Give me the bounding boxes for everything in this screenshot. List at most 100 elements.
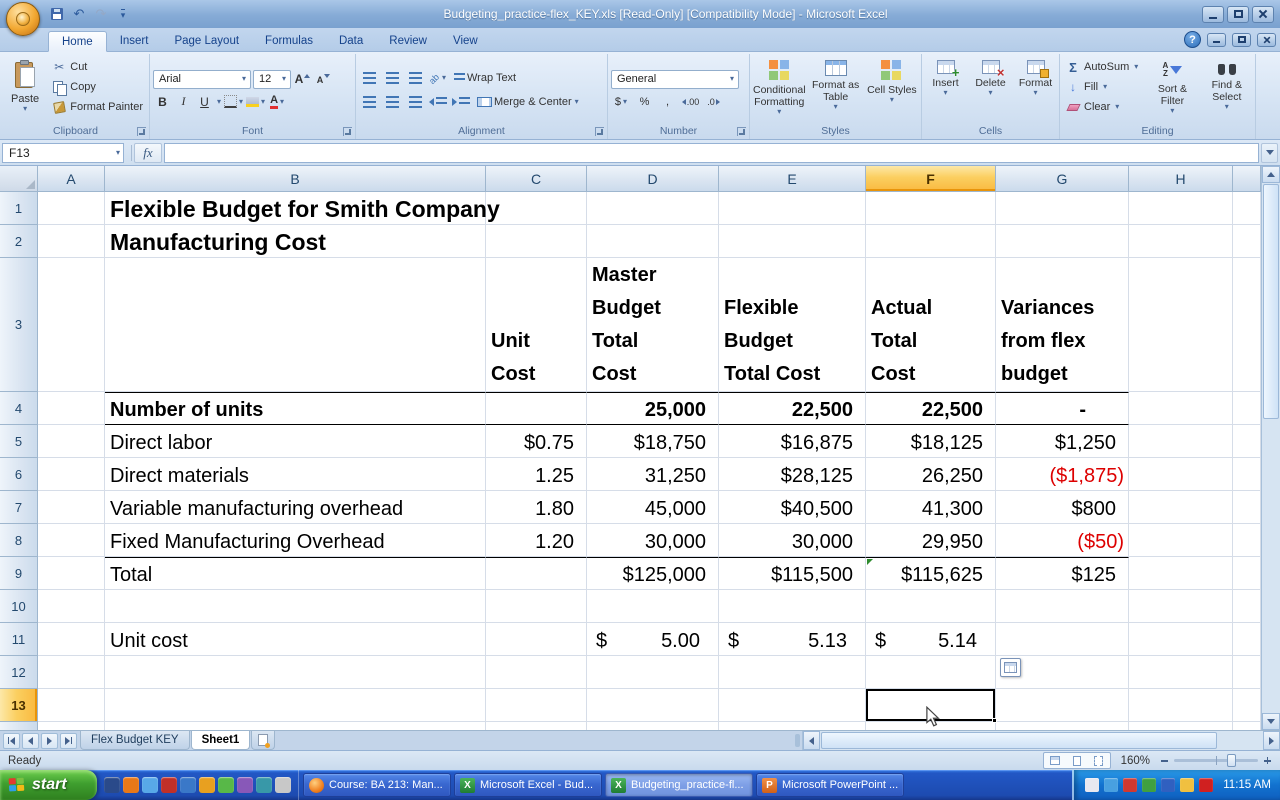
cell-F1[interactable] — [866, 192, 996, 225]
cell-G4[interactable]: - — [996, 392, 1129, 425]
clear-button[interactable]: Clear▾ — [1063, 98, 1143, 116]
row-header-14[interactable] — [0, 722, 38, 730]
cell-D4[interactable]: 25,000 — [587, 392, 719, 425]
cell-E10[interactable] — [719, 590, 866, 623]
taskbar-button-4[interactable]: Microsoft PowerPoint ... — [756, 773, 904, 797]
insert-worksheet-button[interactable] — [251, 731, 275, 750]
cell-D14[interactable] — [587, 722, 719, 730]
cell-A10[interactable] — [38, 590, 105, 623]
merge-center-button[interactable]: Merge & Center▾ — [474, 93, 583, 111]
grow-font-button[interactable] — [293, 70, 312, 88]
cell-B8[interactable]: Fixed Manufacturing Overhead — [105, 524, 486, 557]
row-header-1[interactable]: 1 — [0, 192, 38, 225]
wrap-text-button[interactable]: Wrap Text — [451, 69, 519, 87]
ribbon-tab-formulas[interactable]: Formulas — [252, 31, 326, 51]
fill-handle[interactable] — [992, 718, 997, 723]
paste-button[interactable]: Paste ▾ — [5, 56, 45, 124]
tray-icon-3[interactable] — [1123, 778, 1137, 792]
ribbon-tab-home[interactable]: Home — [48, 31, 107, 52]
cell-E6[interactable]: $28,125 — [719, 458, 866, 491]
cell-B9[interactable]: Total — [105, 557, 486, 590]
office-button[interactable] — [6, 2, 40, 36]
increase-indent-button[interactable] — [451, 93, 471, 111]
cell-B7[interactable]: Variable manufacturing overhead — [105, 491, 486, 524]
cell-F6[interactable]: 26,250 — [866, 458, 996, 491]
row-header-4[interactable]: 4 — [0, 392, 38, 425]
cell-G10[interactable] — [996, 590, 1129, 623]
row-header-8[interactable]: 8 — [0, 524, 38, 557]
quick-launch-icon-6[interactable] — [199, 777, 215, 793]
column-header-B[interactable]: B — [105, 166, 486, 192]
font-size-select[interactable]: 12▾ — [253, 70, 291, 89]
cut-button[interactable]: ✂Cut — [49, 58, 146, 76]
select-all-corner[interactable] — [0, 166, 38, 192]
cell-H12[interactable] — [1129, 656, 1233, 689]
cell-G2[interactable] — [996, 225, 1129, 258]
cell-E3[interactable]: Flexible Budget Total Cost — [719, 258, 866, 392]
column-header-G[interactable]: G — [996, 166, 1129, 192]
fill-color-button[interactable]: ▾ — [246, 93, 266, 111]
scroll-right-button[interactable] — [1263, 731, 1280, 750]
cell-D8[interactable]: 30,000 — [587, 524, 719, 557]
paste-dropdown-icon[interactable]: ▾ — [22, 105, 28, 113]
quick-launch-icon-9[interactable] — [256, 777, 272, 793]
tray-icon-5[interactable] — [1161, 778, 1175, 792]
copy-button[interactable]: Copy — [49, 78, 146, 96]
column-header-A[interactable]: A — [38, 166, 105, 192]
shrink-font-button[interactable] — [314, 70, 333, 88]
cell-F12[interactable] — [866, 656, 996, 689]
cell-B2[interactable]: Manufacturing Cost — [105, 225, 486, 258]
align-middle-button[interactable] — [382, 69, 402, 87]
cell-H11[interactable] — [1129, 623, 1233, 656]
vertical-scrollbar[interactable] — [1261, 166, 1280, 730]
format-cells-button[interactable]: Format ▾ — [1015, 56, 1056, 124]
name-box[interactable]: F13▾ — [2, 143, 124, 163]
conditional-formatting-button[interactable]: Conditional Formatting ▾ — [753, 56, 806, 124]
decrease-decimal-button[interactable]: .0 — [703, 93, 724, 111]
increase-decimal-button[interactable]: .00 — [680, 93, 701, 111]
cell-D12[interactable] — [587, 656, 719, 689]
cell-B12[interactable] — [105, 656, 486, 689]
cell-D5[interactable]: $18,750 — [587, 425, 719, 458]
cell-F3[interactable]: Actual Total Cost — [866, 258, 996, 392]
cell-A12[interactable] — [38, 656, 105, 689]
cell-E13[interactable] — [719, 689, 866, 722]
cell-E8[interactable]: 30,000 — [719, 524, 866, 557]
cell-H3[interactable] — [1129, 258, 1233, 392]
cell-D13[interactable] — [587, 689, 719, 722]
tray-icon-2[interactable] — [1104, 778, 1118, 792]
save-button[interactable] — [48, 6, 66, 22]
cell-G11[interactable] — [996, 623, 1129, 656]
row-header-6[interactable]: 6 — [0, 458, 38, 491]
align-left-button[interactable] — [359, 93, 379, 111]
align-bottom-button[interactable] — [405, 69, 425, 87]
column-header-F[interactable]: F — [866, 166, 996, 192]
cell-G5[interactable]: $1,250 — [996, 425, 1129, 458]
tray-icon-4[interactable] — [1142, 778, 1156, 792]
font-dialog-launcher[interactable] — [343, 127, 352, 136]
cell-H9[interactable] — [1129, 557, 1233, 590]
italic-button[interactable]: I — [174, 93, 193, 111]
cell-A9[interactable] — [38, 557, 105, 590]
find-select-button[interactable]: Find & Select ▾ — [1202, 56, 1252, 124]
cell-C1[interactable] — [486, 192, 587, 225]
row-header-12[interactable]: 12 — [0, 656, 38, 689]
cell-A11[interactable] — [38, 623, 105, 656]
quick-launch-icon-8[interactable] — [237, 777, 253, 793]
cell-G1[interactable] — [996, 192, 1129, 225]
column-header-D[interactable]: D — [587, 166, 719, 192]
help-button[interactable]: ? — [1184, 31, 1201, 48]
tray-icon-1[interactable] — [1085, 778, 1099, 792]
sheet-tab-flex-budget-key[interactable]: Flex Budget KEY — [80, 731, 190, 750]
cell-C4[interactable] — [486, 392, 587, 425]
undo-button[interactable]: ↶ — [70, 6, 88, 22]
ribbon-tab-review[interactable]: Review — [376, 31, 440, 51]
cell-C6[interactable]: 1.25 — [486, 458, 587, 491]
cell-F5[interactable]: $18,125 — [866, 425, 996, 458]
cell-H2[interactable] — [1129, 225, 1233, 258]
scroll-down-button[interactable] — [1262, 713, 1280, 730]
cell-C7[interactable]: 1.80 — [486, 491, 587, 524]
decrease-indent-button[interactable] — [428, 93, 448, 111]
format-as-table-button[interactable]: Format as Table ▾ — [810, 56, 862, 124]
cell-A6[interactable] — [38, 458, 105, 491]
